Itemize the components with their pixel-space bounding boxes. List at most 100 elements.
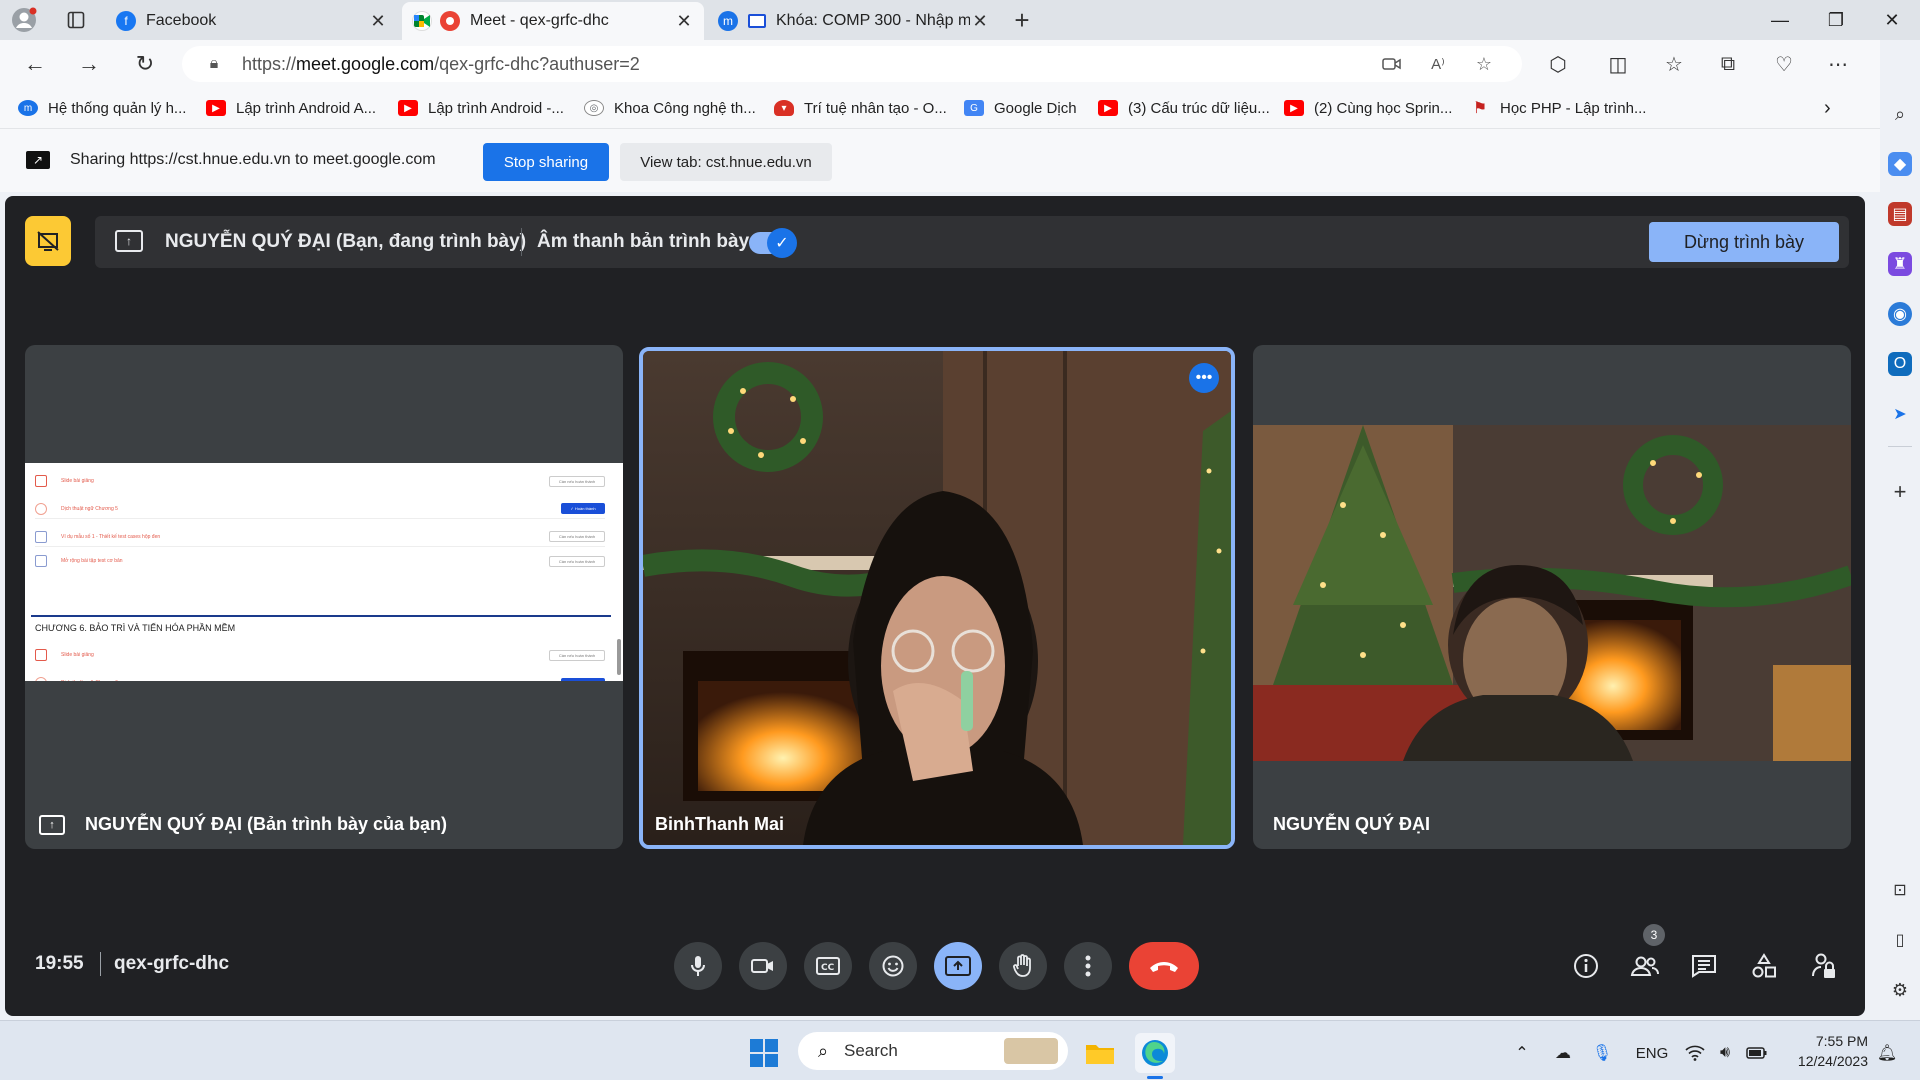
browser-tab-bar: f Facebook ✕ Meet - qex-grfc-dhc ✕ m Khó…: [0, 0, 1920, 40]
chevron-up-icon[interactable]: ⌃: [1512, 1041, 1532, 1065]
list-item: Dịch thuật ngữ Chương 6✓ Hoàn thành: [35, 673, 605, 681]
bookmark-item[interactable]: ▶ (2) Cùng học Sprin...: [1284, 96, 1452, 120]
onedrive-icon[interactable]: ☁: [1550, 1041, 1576, 1065]
shopping-tag-icon[interactable]: ◆: [1888, 152, 1912, 176]
close-icon[interactable]: ✕: [970, 11, 990, 32]
url-host: meet.google.com: [296, 53, 435, 74]
bookmark-item[interactable]: ▶ (3) Cấu trúc dữ liệu...: [1098, 96, 1270, 120]
back-icon[interactable]: ←: [18, 48, 52, 80]
activities-button[interactable]: [1746, 948, 1782, 984]
url-input[interactable]: 🔒︎ https://meet.google.com/qex-grfc-dhc?…: [182, 46, 1522, 82]
battery-icon[interactable]: [1744, 1041, 1770, 1065]
tab-meet[interactable]: Meet - qex-grfc-dhc ✕: [402, 2, 704, 40]
bookmark-item[interactable]: ◎ Khoa Công nghệ th...: [584, 96, 756, 120]
outlook-icon[interactable]: O: [1888, 352, 1912, 376]
settings-icon[interactable]: ⚙: [1888, 978, 1912, 1002]
tab-sharing-bar: ↗ Sharing https://cst.hnue.edu.vn to mee…: [0, 128, 1880, 192]
scrollbar: [617, 639, 621, 675]
restore-icon[interactable]: ❐: [1806, 0, 1866, 40]
collections-icon[interactable]: ⧉: [1711, 48, 1745, 80]
tab-actions-icon[interactable]: [62, 6, 90, 34]
participant-tile-binhthanh-mai[interactable]: ••• BinhThanh Mai: [639, 347, 1235, 849]
host-controls-button[interactable]: [1806, 948, 1842, 984]
wifi-icon[interactable]: [1684, 1041, 1706, 1065]
favorite-star-icon[interactable]: ☆: [1470, 52, 1498, 76]
end-call-icon: [1150, 962, 1178, 972]
refresh-icon[interactable]: ↻: [128, 48, 162, 80]
minimize-icon[interactable]: —: [1750, 0, 1810, 40]
camera-button[interactable]: [739, 942, 787, 990]
windows-start-icon[interactable]: [750, 1039, 778, 1067]
lock-icon[interactable]: 🔒︎: [194, 55, 234, 73]
divider: [31, 615, 611, 617]
games-icon[interactable]: ♜: [1888, 252, 1912, 276]
bookmark-item[interactable]: ▶ Lập trình Android -...: [398, 96, 564, 120]
facebook-icon: f: [116, 11, 136, 31]
stop-presenting-button[interactable]: Dừng trình bày: [1649, 222, 1839, 262]
presentation-audio-toggle[interactable]: ✓: [749, 228, 797, 258]
emoji-icon: [882, 955, 904, 977]
meet-stage: ↑ NGUYỄN QUÝ ĐẠI (Bạn, đang trình bày) Â…: [5, 196, 1865, 1016]
split-screen-icon[interactable]: ◫: [1601, 48, 1635, 80]
leave-call-button[interactable]: [1129, 942, 1199, 990]
drop-send-icon[interactable]: ➤: [1888, 402, 1912, 426]
profile-avatar-icon[interactable]: [10, 6, 38, 34]
url-path: /qex-grfc-dhc?authuser=2: [434, 53, 640, 74]
presenting-camera-off-icon[interactable]: [25, 216, 71, 266]
settings-more-icon[interactable]: ⋯: [1821, 48, 1855, 80]
new-tab-button[interactable]: +: [1008, 5, 1036, 35]
add-icon[interactable]: +: [1888, 479, 1912, 504]
volume-icon[interactable]: 🔊︎: [1714, 1041, 1736, 1065]
meeting-details-button[interactable]: [1568, 948, 1604, 984]
camera-permission-icon[interactable]: [1378, 52, 1406, 76]
captions-icon: CC: [816, 957, 840, 975]
chat-button[interactable]: [1686, 948, 1722, 984]
more-options-button[interactable]: [1064, 942, 1112, 990]
view-tab-button[interactable]: View tab: cst.hnue.edu.vn: [620, 143, 832, 181]
search-icon[interactable]: ⌕: [1888, 102, 1912, 126]
present-now-button[interactable]: [934, 942, 982, 990]
system-clock[interactable]: 7:55 PM 12/24/2023: [1784, 1031, 1868, 1071]
divider: [100, 952, 101, 976]
participant-tile-screen-share[interactable]: Slide bài giảng Cần nếu hoàn thành Dịch t…: [25, 345, 623, 849]
bookmark-item[interactable]: ▾ Trí tuệ nhân tạo - O...: [774, 96, 947, 120]
tab-facebook[interactable]: f Facebook ✕: [106, 2, 398, 40]
close-icon[interactable]: ✕: [674, 11, 694, 32]
participant-tile-nguyen-quy-dai[interactable]: NGUYỄN QUÝ ĐẠI: [1253, 345, 1851, 849]
bookmark-item[interactable]: ⚑ Học PHP - Lập trình...: [1470, 96, 1647, 120]
browser-essentials-icon[interactable]: ♡: [1767, 48, 1801, 80]
presenting-bar: ↑ NGUYỄN QUÝ ĐẠI (Bạn, đang trình bày) Â…: [95, 216, 1849, 268]
tab-course[interactable]: m Khóa: COMP 300 - Nhập mô ✕: [708, 2, 1000, 40]
file-explorer-icon[interactable]: [1080, 1033, 1120, 1073]
close-window-icon[interactable]: ✕: [1862, 0, 1920, 40]
screenshot-icon[interactable]: ⊡: [1888, 878, 1912, 902]
bookmark-item[interactable]: m Hệ thống quản lý h...: [18, 96, 186, 120]
taskbar-search-input[interactable]: ⌕ Search: [798, 1032, 1068, 1070]
microphone-icon: [691, 956, 705, 976]
hide-sidebar-icon[interactable]: ▯: [1888, 928, 1912, 952]
bookmark-item[interactable]: G Google Dịch: [964, 96, 1077, 120]
emoji-reaction-button[interactable]: [869, 942, 917, 990]
camera-icon: [751, 959, 773, 973]
language-indicator[interactable]: ENG: [1632, 1041, 1672, 1065]
address-bar-row: ← → ↻ 🔒︎ https://meet.google.com/qex-grf…: [0, 40, 1920, 88]
close-icon[interactable]: ✕: [368, 11, 388, 32]
microphone-icon[interactable]: 🎙︎: [1592, 1041, 1612, 1065]
microphone-button[interactable]: [674, 942, 722, 990]
more-options-icon[interactable]: •••: [1189, 363, 1219, 393]
favorites-icon[interactable]: ☆: [1657, 48, 1691, 80]
edge-browser-icon[interactable]: [1135, 1033, 1175, 1079]
stop-sharing-button[interactable]: Stop sharing: [483, 143, 609, 181]
notification-bell-icon[interactable]: 🔔︎: [1874, 1041, 1900, 1065]
toolbox-icon[interactable]: ▤: [1888, 202, 1912, 226]
people-button[interactable]: [1627, 948, 1663, 984]
raise-hand-button[interactable]: [999, 942, 1047, 990]
forward-icon[interactable]: →: [72, 48, 106, 80]
captions-button[interactable]: CC: [804, 942, 852, 990]
microsoft-365-icon[interactable]: ◉: [1888, 302, 1912, 326]
chevron-right-icon[interactable]: ›: [1824, 96, 1831, 120]
read-aloud-icon[interactable]: A⁾: [1424, 52, 1452, 76]
extensions-icon[interactable]: ⬡: [1541, 48, 1575, 80]
url-prefix: https://: [242, 53, 297, 74]
bookmark-item[interactable]: ▶ Lập trình Android A...: [206, 96, 376, 120]
